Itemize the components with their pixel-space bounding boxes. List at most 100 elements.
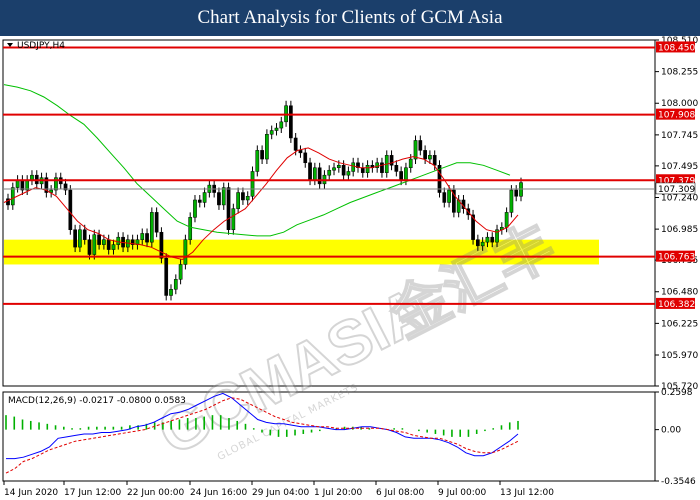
candle — [514, 189, 519, 197]
candle — [78, 229, 82, 248]
candle — [476, 239, 480, 247]
price-tick-label: 105.970 — [661, 351, 698, 361]
candle — [154, 212, 159, 233]
candle — [279, 121, 284, 129]
candle — [169, 289, 173, 296]
candle — [269, 130, 274, 135]
candle — [418, 140, 423, 151]
candle — [111, 244, 116, 250]
candle — [82, 229, 87, 240]
candle — [432, 155, 437, 166]
candle — [68, 189, 73, 230]
candle — [92, 234, 97, 255]
candle — [255, 150, 260, 172]
candle — [241, 192, 245, 201]
price-tick-label: 108.000 — [661, 99, 698, 109]
candle — [365, 165, 370, 173]
candle — [360, 167, 365, 173]
candle — [413, 140, 418, 160]
candle — [178, 264, 183, 280]
candle — [428, 155, 432, 160]
candle — [312, 167, 317, 181]
level-label: 106.763 — [658, 253, 695, 263]
candle — [317, 167, 322, 185]
page-title: Chart Analysis for Clients of GCM Asia — [0, 0, 700, 36]
price-tick-label: 107.495 — [661, 162, 698, 172]
candle — [504, 212, 509, 228]
candle — [193, 199, 197, 218]
time-tick-label: 22 Jun 00:00 — [127, 488, 184, 498]
candle — [394, 165, 399, 172]
time-tick-label: 13 Jul 12:00 — [500, 488, 554, 498]
candle — [351, 162, 356, 172]
candle — [217, 192, 221, 206]
candle — [346, 171, 351, 176]
candle — [188, 217, 193, 240]
candle — [380, 162, 384, 173]
candle — [399, 171, 403, 181]
candle — [116, 236, 121, 245]
macd-tick-label: 0.00 — [661, 426, 681, 436]
time-tick-label: 14 Jun 2020 — [4, 488, 58, 498]
candle — [289, 105, 293, 139]
candle — [303, 152, 308, 164]
candle — [265, 134, 269, 160]
macd-tick-label: 0.2598 — [661, 388, 693, 398]
candle — [97, 234, 101, 245]
price-tick-label: 107.240 — [661, 193, 698, 203]
time-tick-label: 6 Jul 08:00 — [376, 488, 425, 498]
candle — [423, 150, 427, 160]
candle — [480, 241, 485, 247]
candle — [274, 127, 279, 131]
candle — [236, 192, 240, 209]
candle — [341, 165, 346, 176]
candle — [202, 192, 207, 203]
time-tick-label: 1 Jul 20:00 — [314, 488, 363, 498]
price-tick-label: 106.225 — [661, 319, 698, 329]
level-label: 107.908 — [658, 111, 695, 121]
candle — [509, 189, 514, 213]
candle — [183, 239, 188, 265]
candle — [298, 150, 303, 154]
candle — [159, 231, 164, 259]
candle — [221, 187, 226, 206]
candle — [145, 233, 149, 243]
price-tick-label: 106.985 — [661, 225, 698, 235]
time-tick-label: 24 Jun 16:00 — [190, 488, 247, 498]
time-tick-label: 29 Jun 04:00 — [252, 488, 309, 498]
candle — [231, 208, 236, 230]
candle — [87, 239, 92, 255]
candle — [140, 233, 145, 240]
level-label: 106.382 — [658, 300, 695, 310]
macd-label: MACD(12,26,9) -0.0217 -0.0800 0.0583 — [8, 396, 186, 406]
candle — [250, 171, 255, 197]
candle — [308, 162, 312, 181]
candle — [226, 187, 231, 230]
candle — [404, 167, 408, 181]
candle — [293, 137, 298, 151]
candle — [327, 169, 332, 176]
candle — [408, 158, 413, 168]
price-tick-label: 107.745 — [661, 131, 698, 141]
time-tick-label: 17 Jun 12:00 — [64, 488, 121, 498]
candle — [336, 165, 341, 168]
macd-tick-label: -0.3546 — [661, 477, 696, 487]
candle — [245, 196, 250, 201]
price-tick-label: 108.255 — [661, 68, 698, 78]
candle — [447, 189, 451, 203]
candle — [10, 187, 15, 206]
candle — [106, 239, 111, 250]
candle — [389, 155, 394, 166]
candle — [102, 239, 106, 245]
candle — [149, 212, 154, 243]
current-price-label: 107.309 — [658, 185, 695, 195]
candle — [485, 236, 490, 243]
symbol-label: USDJPY,H4 — [17, 41, 65, 51]
level-label: 108.450 — [658, 43, 695, 53]
candle — [73, 229, 77, 248]
candle — [260, 150, 264, 160]
candle — [197, 199, 202, 203]
candle — [490, 236, 495, 243]
time-tick-label: 9 Jul 00:00 — [438, 488, 487, 498]
candle — [164, 258, 169, 296]
